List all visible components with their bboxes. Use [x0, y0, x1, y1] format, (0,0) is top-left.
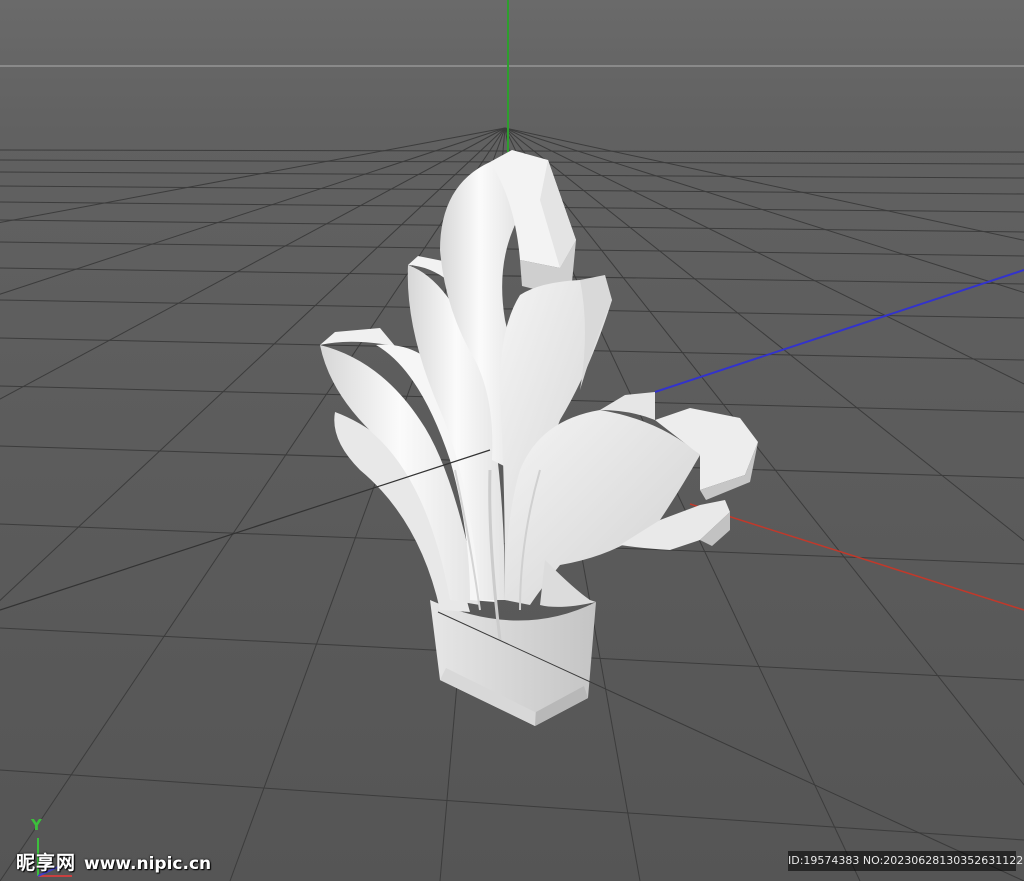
- watermark-url: www.nipic.cn: [84, 854, 212, 874]
- 3d-viewport[interactable]: Y: [0, 0, 1024, 881]
- gizmo-y-label: Y: [30, 816, 43, 834]
- watermark-brand: 昵享网: [16, 852, 77, 874]
- viewport-canvas[interactable]: Y: [0, 0, 1024, 881]
- image-id-label: ID:19574383 NO:20230628130352631122: [788, 851, 1023, 871]
- watermark: 昵享网 www.nipic.cn: [16, 848, 211, 875]
